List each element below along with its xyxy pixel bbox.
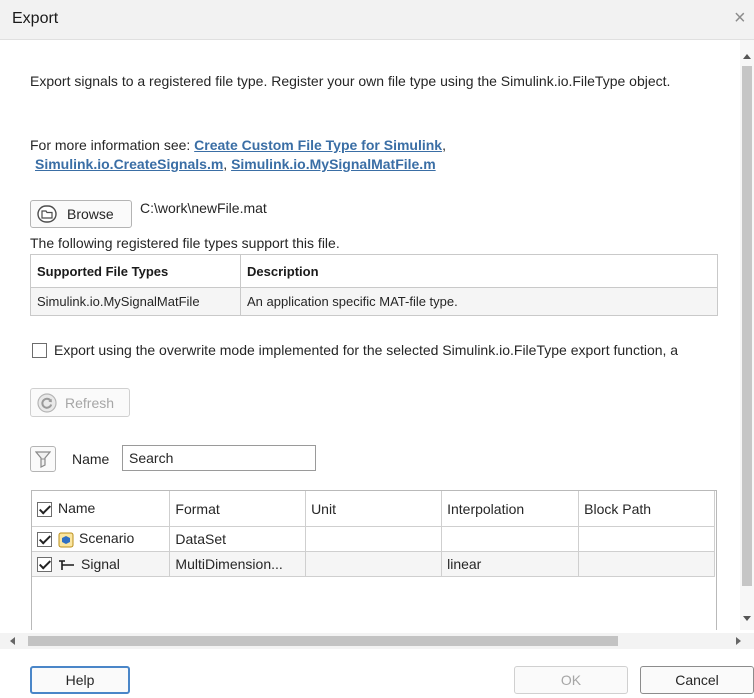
row-checkbox[interactable] — [37, 532, 52, 548]
format-cell: MultiDimension... — [169, 551, 307, 577]
horizontal-scrollbar[interactable] — [0, 633, 754, 649]
block-path-cell — [578, 551, 715, 577]
row-checkbox[interactable] — [37, 557, 52, 573]
file-path: C:\work\newFile.mat — [140, 200, 267, 216]
column-header[interactable]: Block Path — [578, 491, 715, 527]
block-path-cell — [578, 526, 715, 552]
unit-cell — [305, 551, 443, 577]
link-create-custom-file-type[interactable]: Create Custom File Type for Simulink — [194, 137, 442, 153]
name-cell: Scenario — [32, 526, 171, 552]
column-header[interactable]: Unit — [305, 491, 443, 527]
scroll-right-icon[interactable] — [736, 637, 741, 645]
refresh-button[interactable]: Refresh — [30, 388, 130, 417]
overwrite-checkbox[interactable] — [32, 343, 47, 358]
signal-icon — [59, 560, 74, 570]
scenario-icon — [58, 532, 74, 548]
table-row[interactable]: Simulink.io.MySignalMatFile An applicati… — [30, 287, 718, 316]
column-header: Description — [240, 254, 718, 288]
filter-button[interactable] — [30, 446, 56, 472]
table-header-row: Name Format Unit Interpolation Block Pat… — [32, 491, 715, 527]
dialog-titlebar: Export × — [0, 0, 754, 40]
select-all-checkbox[interactable] — [37, 501, 52, 517]
intro-text: Export signals to a registered file type… — [30, 73, 671, 89]
file-type-cell: Simulink.io.MySignalMatFile — [30, 287, 241, 316]
interpolation-cell: linear — [441, 551, 580, 577]
scroll-left-icon[interactable] — [10, 637, 15, 645]
column-header: Supported File Types — [30, 254, 241, 288]
column-header: Name — [58, 500, 96, 517]
description-cell: An application specific MAT-file type. — [240, 287, 718, 316]
more-info-prefix: For more information see: — [30, 137, 195, 153]
unit-cell — [305, 526, 443, 552]
table-row[interactable]: Scenario DataSet — [32, 526, 715, 552]
folder-icon — [37, 205, 57, 223]
more-info: For more information see: Create Custom … — [30, 136, 720, 174]
signal-name: Signal — [81, 555, 120, 572]
ok-button[interactable]: OK — [514, 666, 628, 694]
scroll-thumb[interactable] — [28, 636, 618, 646]
scroll-thumb[interactable] — [742, 66, 752, 586]
browse-button[interactable]: Browse — [30, 200, 132, 228]
vertical-scrollbar[interactable] — [740, 40, 754, 630]
filter-icon — [35, 451, 51, 468]
format-cell: DataSet — [169, 526, 307, 552]
dialog-content: Export signals to a registered file type… — [0, 40, 740, 630]
file-types-table: Supported File Types Description Simulin… — [30, 254, 718, 316]
file-types-note: The following registered file types supp… — [30, 235, 340, 251]
help-button[interactable]: Help — [30, 666, 130, 694]
separator: , — [442, 137, 446, 153]
browse-label: Browse — [67, 206, 114, 222]
table-row[interactable]: Signal MultiDimension... linear — [32, 551, 715, 577]
name-cell: Signal — [32, 551, 171, 577]
separator: , — [223, 156, 232, 172]
column-header[interactable]: Interpolation — [441, 491, 580, 527]
name-column-header[interactable]: Name — [32, 491, 171, 527]
refresh-icon — [37, 392, 57, 413]
overwrite-label: Export using the overwrite mode implemen… — [54, 342, 679, 358]
link-my-signal-mat-file[interactable]: Simulink.io.MySignalMatFile.m — [231, 156, 436, 172]
signals-table: Name Format Unit Interpolation Block Pat… — [31, 490, 717, 630]
cancel-button[interactable]: Cancel — [640, 666, 754, 694]
scroll-up-icon[interactable] — [743, 54, 751, 59]
dialog-title: Export — [12, 10, 59, 27]
search-input[interactable] — [122, 445, 316, 471]
name-filter-label: Name — [72, 451, 110, 467]
scroll-down-icon[interactable] — [743, 616, 751, 621]
interpolation-cell — [441, 526, 580, 552]
link-create-signals[interactable]: Simulink.io.CreateSignals.m — [35, 156, 223, 172]
refresh-label: Refresh — [65, 394, 115, 411]
column-header[interactable]: Format — [169, 491, 307, 527]
close-icon[interactable]: × — [734, 8, 746, 28]
signal-name: Scenario — [79, 530, 135, 547]
